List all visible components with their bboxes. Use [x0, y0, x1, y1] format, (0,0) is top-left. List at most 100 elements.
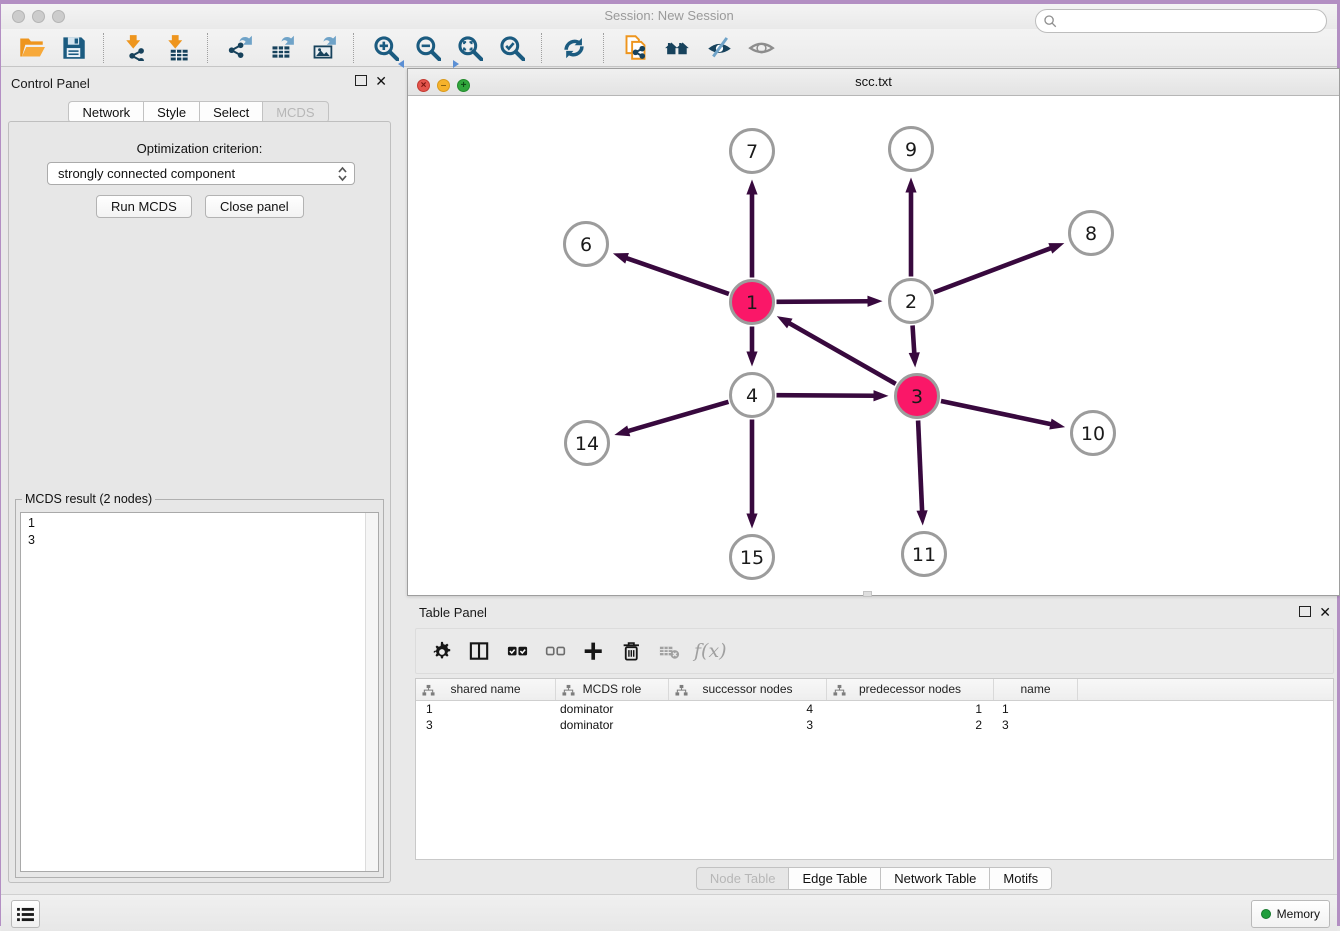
table-settings-icon[interactable]: [428, 638, 454, 664]
deselect-all-icon[interactable]: [542, 638, 568, 664]
show-columns-icon[interactable]: [466, 638, 492, 664]
zoom-in-icon[interactable]: [370, 33, 400, 63]
splitter-collapse-right-icon[interactable]: [453, 60, 459, 68]
close-panel-button[interactable]: Close panel: [205, 195, 304, 218]
edge-4-3[interactable]: [776, 390, 888, 401]
edge-2-3[interactable]: [909, 325, 920, 367]
tab-select[interactable]: Select: [199, 101, 262, 123]
column-type-icon: [422, 683, 435, 700]
table-body: 1dominator4113dominator323: [416, 701, 1333, 733]
export-network-icon[interactable]: [224, 33, 254, 63]
float-table-panel-icon[interactable]: [1299, 606, 1311, 617]
tab-mcds[interactable]: MCDS: [262, 101, 328, 123]
table-cell[interactable]: 2: [827, 717, 994, 733]
table-cell[interactable]: dominator: [556, 701, 669, 717]
export-image-icon[interactable]: [308, 33, 338, 63]
import-table-icon[interactable]: [162, 33, 192, 63]
table-cell[interactable]: 3: [416, 717, 556, 733]
result-scrollbar[interactable]: [365, 513, 378, 871]
hide-details-icon[interactable]: [704, 33, 734, 63]
memory-status-icon: [1261, 909, 1271, 919]
edge-4-15[interactable]: [746, 420, 757, 529]
table-row[interactable]: 1dominator411: [416, 701, 1333, 717]
mcds-result-textarea[interactable]: 1 3: [20, 512, 379, 872]
graph-node-10[interactable]: 10: [1072, 412, 1115, 455]
column-header-name[interactable]: name: [994, 679, 1078, 700]
node-table[interactable]: shared nameMCDS rolesuccessor nodesprede…: [415, 678, 1334, 860]
close-table-panel-icon[interactable]: ✕: [1319, 607, 1331, 617]
graph-node-1[interactable]: 1: [731, 281, 774, 324]
task-history-button[interactable]: [11, 900, 40, 928]
add-row-icon[interactable]: [580, 638, 606, 664]
search-input[interactable]: [1058, 11, 1326, 31]
edge-3-1[interactable]: [777, 316, 896, 384]
delete-row-icon[interactable]: [618, 638, 644, 664]
edge-1-7[interactable]: [746, 180, 757, 278]
export-table-icon[interactable]: [266, 33, 296, 63]
graph-node-6[interactable]: 6: [565, 223, 608, 266]
edge-2-9[interactable]: [905, 178, 916, 277]
splitter-collapse-left-icon[interactable]: [398, 60, 404, 68]
search-field[interactable]: [1035, 9, 1327, 33]
graph-node-9[interactable]: 9: [890, 128, 933, 171]
tab-motifs[interactable]: Motifs: [989, 867, 1052, 890]
zoom-out-icon[interactable]: [412, 33, 442, 63]
tab-edge-table[interactable]: Edge Table: [788, 867, 880, 890]
tab-node-table[interactable]: Node Table: [696, 867, 789, 890]
criterion-dropdown[interactable]: strongly connected component: [47, 162, 355, 185]
svg-text:1: 1: [746, 292, 758, 314]
table-cell[interactable]: 3: [994, 717, 1078, 733]
dropdown-stepper-icon: [337, 166, 348, 182]
graph-node-11[interactable]: 11: [903, 533, 946, 576]
table-cell[interactable]: dominator: [556, 717, 669, 733]
tab-network-table[interactable]: Network Table: [880, 867, 989, 890]
zoom-selected-icon[interactable]: [496, 33, 526, 63]
memory-button[interactable]: Memory: [1251, 900, 1330, 928]
network-window-titlebar[interactable]: ×–+ scc.txt: [408, 69, 1339, 96]
network-canvas[interactable]: 1 2 3 4 6 7 8 9 10 11 14 15: [408, 95, 1339, 595]
open-session-icon[interactable]: [16, 33, 46, 63]
edge-4-14[interactable]: [614, 402, 728, 436]
edge-1-4[interactable]: [746, 327, 757, 367]
edge-3-11[interactable]: [916, 420, 927, 525]
save-session-icon[interactable]: [58, 33, 88, 63]
float-panel-icon[interactable]: [355, 75, 367, 86]
refresh-icon[interactable]: [558, 33, 588, 63]
column-header-predecessor-nodes[interactable]: predecessor nodes: [827, 679, 994, 700]
duplicate-network-icon[interactable]: [620, 33, 650, 63]
zoom-fit-icon[interactable]: [454, 33, 484, 63]
graph-node-15[interactable]: 15: [731, 536, 774, 579]
column-header-MCDS-role[interactable]: MCDS role: [556, 679, 669, 700]
select-all-icon[interactable]: [504, 638, 530, 664]
svg-text:11: 11: [912, 544, 936, 566]
edge-3-10[interactable]: [941, 401, 1065, 429]
table-cell[interactable]: 1: [416, 701, 556, 717]
edge-2-8[interactable]: [934, 243, 1064, 292]
run-mcds-button[interactable]: Run MCDS: [96, 195, 192, 218]
close-panel-icon[interactable]: ✕: [375, 76, 387, 86]
toolbar-group: [543, 33, 603, 63]
home-icon[interactable]: [662, 33, 692, 63]
delete-table-icon: [656, 638, 682, 664]
graph-node-14[interactable]: 14: [566, 422, 609, 465]
column-header-successor-nodes[interactable]: successor nodes: [669, 679, 827, 700]
table-cell[interactable]: 1: [827, 701, 994, 717]
tab-network[interactable]: Network: [68, 101, 143, 123]
graph-node-7[interactable]: 7: [731, 130, 774, 173]
table-cell[interactable]: 1: [994, 701, 1078, 717]
graph-node-8[interactable]: 8: [1070, 212, 1113, 255]
control-panel: Control Panel ✕ NetworkStyleSelectMCDS O…: [1, 68, 396, 886]
table-cell[interactable]: 4: [669, 701, 827, 717]
graph-node-4[interactable]: 4: [731, 374, 774, 417]
table-row[interactable]: 3dominator323: [416, 717, 1333, 733]
edge-1-2[interactable]: [776, 296, 882, 307]
graph-node-2[interactable]: 2: [890, 280, 933, 323]
splitter-handle[interactable]: [863, 591, 872, 597]
table-cell[interactable]: 3: [669, 717, 827, 733]
column-header-shared-name[interactable]: shared name: [416, 679, 556, 700]
show-details-icon[interactable]: [746, 33, 776, 63]
tab-style[interactable]: Style: [143, 101, 199, 123]
edge-1-6[interactable]: [613, 253, 729, 294]
graph-node-3[interactable]: 3: [896, 375, 939, 418]
import-network-icon[interactable]: [120, 33, 150, 63]
